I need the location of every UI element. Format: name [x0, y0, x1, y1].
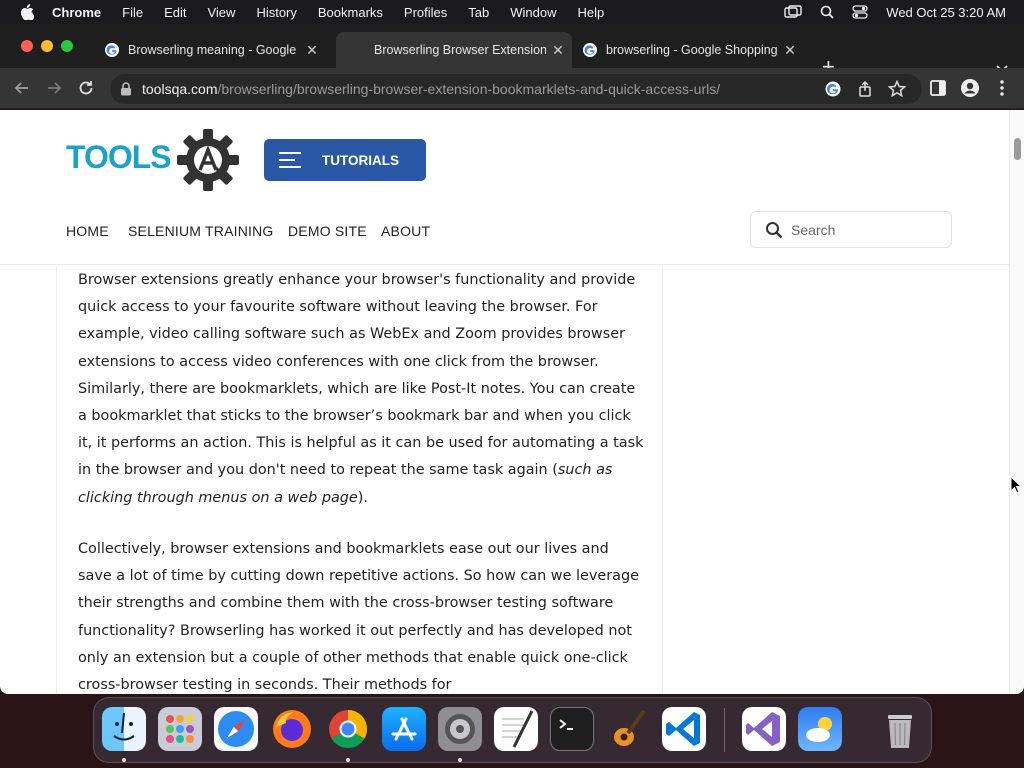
menu-help[interactable]: Help [578, 5, 605, 20]
site-header: TOOLS TUTORIALS HOME SELENIUM TRAINING D… [0, 110, 1009, 265]
running-indicator [122, 758, 126, 762]
back-arrow-icon[interactable] [12, 78, 32, 98]
close-tab-icon[interactable]: ✕ [782, 42, 798, 59]
search-icon[interactable] [765, 221, 783, 239]
menu-tab[interactable]: Tab [468, 5, 489, 20]
menu-window[interactable]: Window [510, 5, 556, 20]
running-indicator [346, 758, 350, 762]
paragraph-text: Browser extensions greatly enhance your … [78, 272, 644, 479]
apple-logo-icon[interactable] [20, 4, 34, 20]
running-indicator [458, 758, 462, 762]
launchpad-icon[interactable] [158, 707, 202, 751]
google-favicon-icon [583, 43, 597, 57]
hamburger-menu-icon [279, 152, 301, 168]
system-settings-icon[interactable] [438, 707, 482, 751]
share-icon[interactable] [856, 80, 874, 98]
search-input[interactable] [791, 220, 941, 240]
safari-icon[interactable] [214, 707, 258, 751]
address-path: /browserling/browserling-browser-extensi… [217, 81, 721, 97]
tutorials-label: TUTORIALS [322, 152, 399, 168]
address-url[interactable]: toolsqa.com/browserling/browserling-brow… [142, 81, 720, 97]
tab-title: browserling - Google Shopping [606, 43, 778, 57]
macos-dock [93, 697, 932, 763]
trash-icon[interactable] [878, 707, 922, 751]
site-search-box[interactable] [750, 211, 952, 248]
weather-icon[interactable] [798, 707, 842, 751]
dock-separator [724, 708, 725, 752]
tab-browserling-meaning[interactable]: Browserling meaning - Google ✕ [92, 32, 332, 68]
web-page: TOOLS TUTORIALS HOME SELENIUM TRAINING D… [0, 110, 1024, 694]
tab-browserling-extension[interactable]: Browserling Browser Extension ✕ [336, 32, 572, 68]
zoom-window-button[interactable] [61, 40, 73, 52]
google-lens-icon[interactable] [824, 80, 842, 98]
close-tab-icon[interactable]: ✕ [304, 42, 320, 59]
menu-edit[interactable]: Edit [164, 5, 186, 20]
nav-about[interactable]: ABOUT [381, 223, 430, 239]
menu-profiles[interactable]: Profiles [404, 5, 447, 20]
tab-strip: Browserling meaning - Google ✕ Browserli… [0, 24, 1024, 78]
forward-arrow-icon[interactable] [44, 78, 64, 98]
toolsqa-logo[interactable]: TOOLS [66, 128, 242, 192]
nav-demo-site[interactable]: DEMO SITE [288, 223, 367, 239]
finder-icon[interactable] [102, 707, 146, 751]
browser-toolbar: toolsqa.com/browserling/browserling-brow… [0, 68, 1024, 109]
close-window-button[interactable] [21, 40, 33, 52]
page-scrollbar[interactable] [1009, 110, 1024, 694]
mouse-cursor-icon [1010, 476, 1022, 494]
terminal-icon[interactable] [550, 707, 594, 751]
menu-view[interactable]: View [207, 5, 235, 20]
garageband-icon[interactable] [606, 707, 650, 751]
screen-mirroring-icon[interactable] [784, 5, 802, 19]
nav-home[interactable]: HOME [66, 223, 109, 239]
menu-file[interactable]: File [122, 5, 143, 20]
menu-history[interactable]: History [256, 5, 296, 20]
tab-browserling-shopping[interactable]: browserling - Google Shopping ✕ [570, 32, 810, 68]
menu-app-name[interactable]: Chrome [52, 5, 101, 20]
article-paragraph-2: Collectively, browser extensions and boo… [78, 541, 639, 694]
logo-text: TOOLS [66, 139, 171, 175]
control-center-icon[interactable] [852, 5, 868, 19]
tab-title: Browserling meaning - Google [128, 43, 297, 57]
side-panel-icon[interactable] [928, 78, 948, 98]
more-menu-icon[interactable] [992, 78, 1012, 98]
app-store-icon[interactable] [382, 707, 426, 751]
tab-title: Browserling Browser Extension [374, 43, 546, 57]
menu-clock[interactable]: Wed Oct 25 3:20 AM [886, 5, 1006, 20]
scrollbar-thumb[interactable] [1014, 138, 1021, 160]
macos-menu-bar: Chrome File Edit View History Bookmarks … [0, 0, 1024, 24]
vscode-icon[interactable] [662, 707, 706, 751]
google-favicon-icon [105, 43, 119, 57]
firefox-icon[interactable] [270, 707, 314, 751]
address-host: toolsqa.com [142, 81, 218, 97]
address-bar[interactable]: toolsqa.com/browserling/browserling-brow… [110, 74, 922, 104]
close-tab-icon[interactable]: ✕ [550, 42, 566, 59]
textedit-icon[interactable] [494, 707, 538, 751]
lock-icon[interactable] [120, 82, 132, 96]
chrome-icon[interactable] [326, 707, 370, 751]
paragraph-text-end: ). [357, 489, 368, 506]
article-paragraph-1: Browser extensions greatly enhance your … [78, 267, 646, 512]
spotlight-search-icon[interactable] [820, 5, 834, 19]
reload-icon[interactable] [76, 78, 96, 98]
tutorials-button[interactable]: TUTORIALS [264, 139, 426, 181]
visual-studio-icon[interactable] [742, 707, 786, 751]
minimize-window-button[interactable] [41, 40, 53, 52]
bookmark-star-icon[interactable] [888, 80, 906, 98]
menu-bookmarks[interactable]: Bookmarks [318, 5, 383, 20]
profile-avatar-icon[interactable] [960, 78, 980, 98]
nav-selenium-training[interactable]: SELENIUM TRAINING [128, 223, 274, 239]
